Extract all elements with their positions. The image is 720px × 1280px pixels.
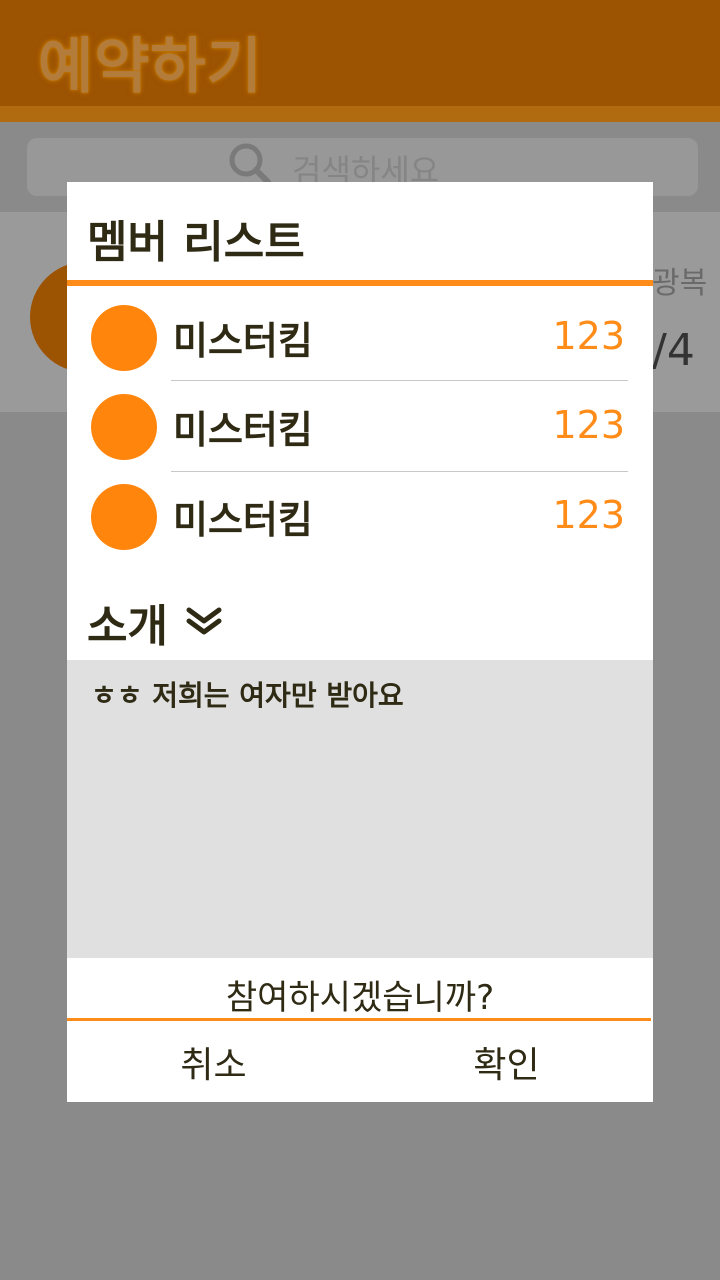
member-name: 미스터킴 [173, 408, 313, 452]
confirm-button[interactable]: 확인 [360, 1022, 653, 1102]
member-avatar [91, 484, 157, 550]
member-row[interactable]: 미스터킴 123 [67, 381, 653, 471]
member-score: 123 [552, 403, 625, 447]
intro-label: 소개 [87, 601, 168, 652]
dialog-title: 멤버 리스트 [87, 217, 305, 268]
member-list-dialog: 멤버 리스트 미스터킴 123 미스터킴 123 미스터킴 123 소개 ㅎㅎ … [67, 182, 653, 1102]
member-name: 미스터킴 [173, 498, 313, 542]
footer-divider [67, 1018, 651, 1021]
page-title: 예약하기 [38, 32, 263, 102]
search-icon [229, 143, 271, 185]
member-row[interactable]: 미스터킴 123 [67, 471, 653, 561]
list-item-location: 광복 [652, 266, 708, 301]
double-chevron-down-icon[interactable] [185, 606, 223, 636]
member-score: 123 [552, 314, 625, 358]
confirm-question: 참여하시겠습니까? [225, 978, 495, 1018]
member-name: 미스터킴 [173, 319, 313, 363]
member-row[interactable]: 미스터킴 123 [67, 292, 653, 382]
intro-text-box: ㅎㅎ 저희는 여자만 받아요 [67, 660, 653, 958]
title-divider [67, 280, 653, 286]
list-item-count: /4 [652, 325, 695, 376]
intro-text: ㅎㅎ 저희는 여자만 받아요 [91, 679, 404, 712]
member-avatar [91, 305, 157, 371]
member-avatar [91, 394, 157, 460]
member-score: 123 [552, 493, 625, 537]
cancel-button[interactable]: 취소 [67, 1022, 360, 1102]
